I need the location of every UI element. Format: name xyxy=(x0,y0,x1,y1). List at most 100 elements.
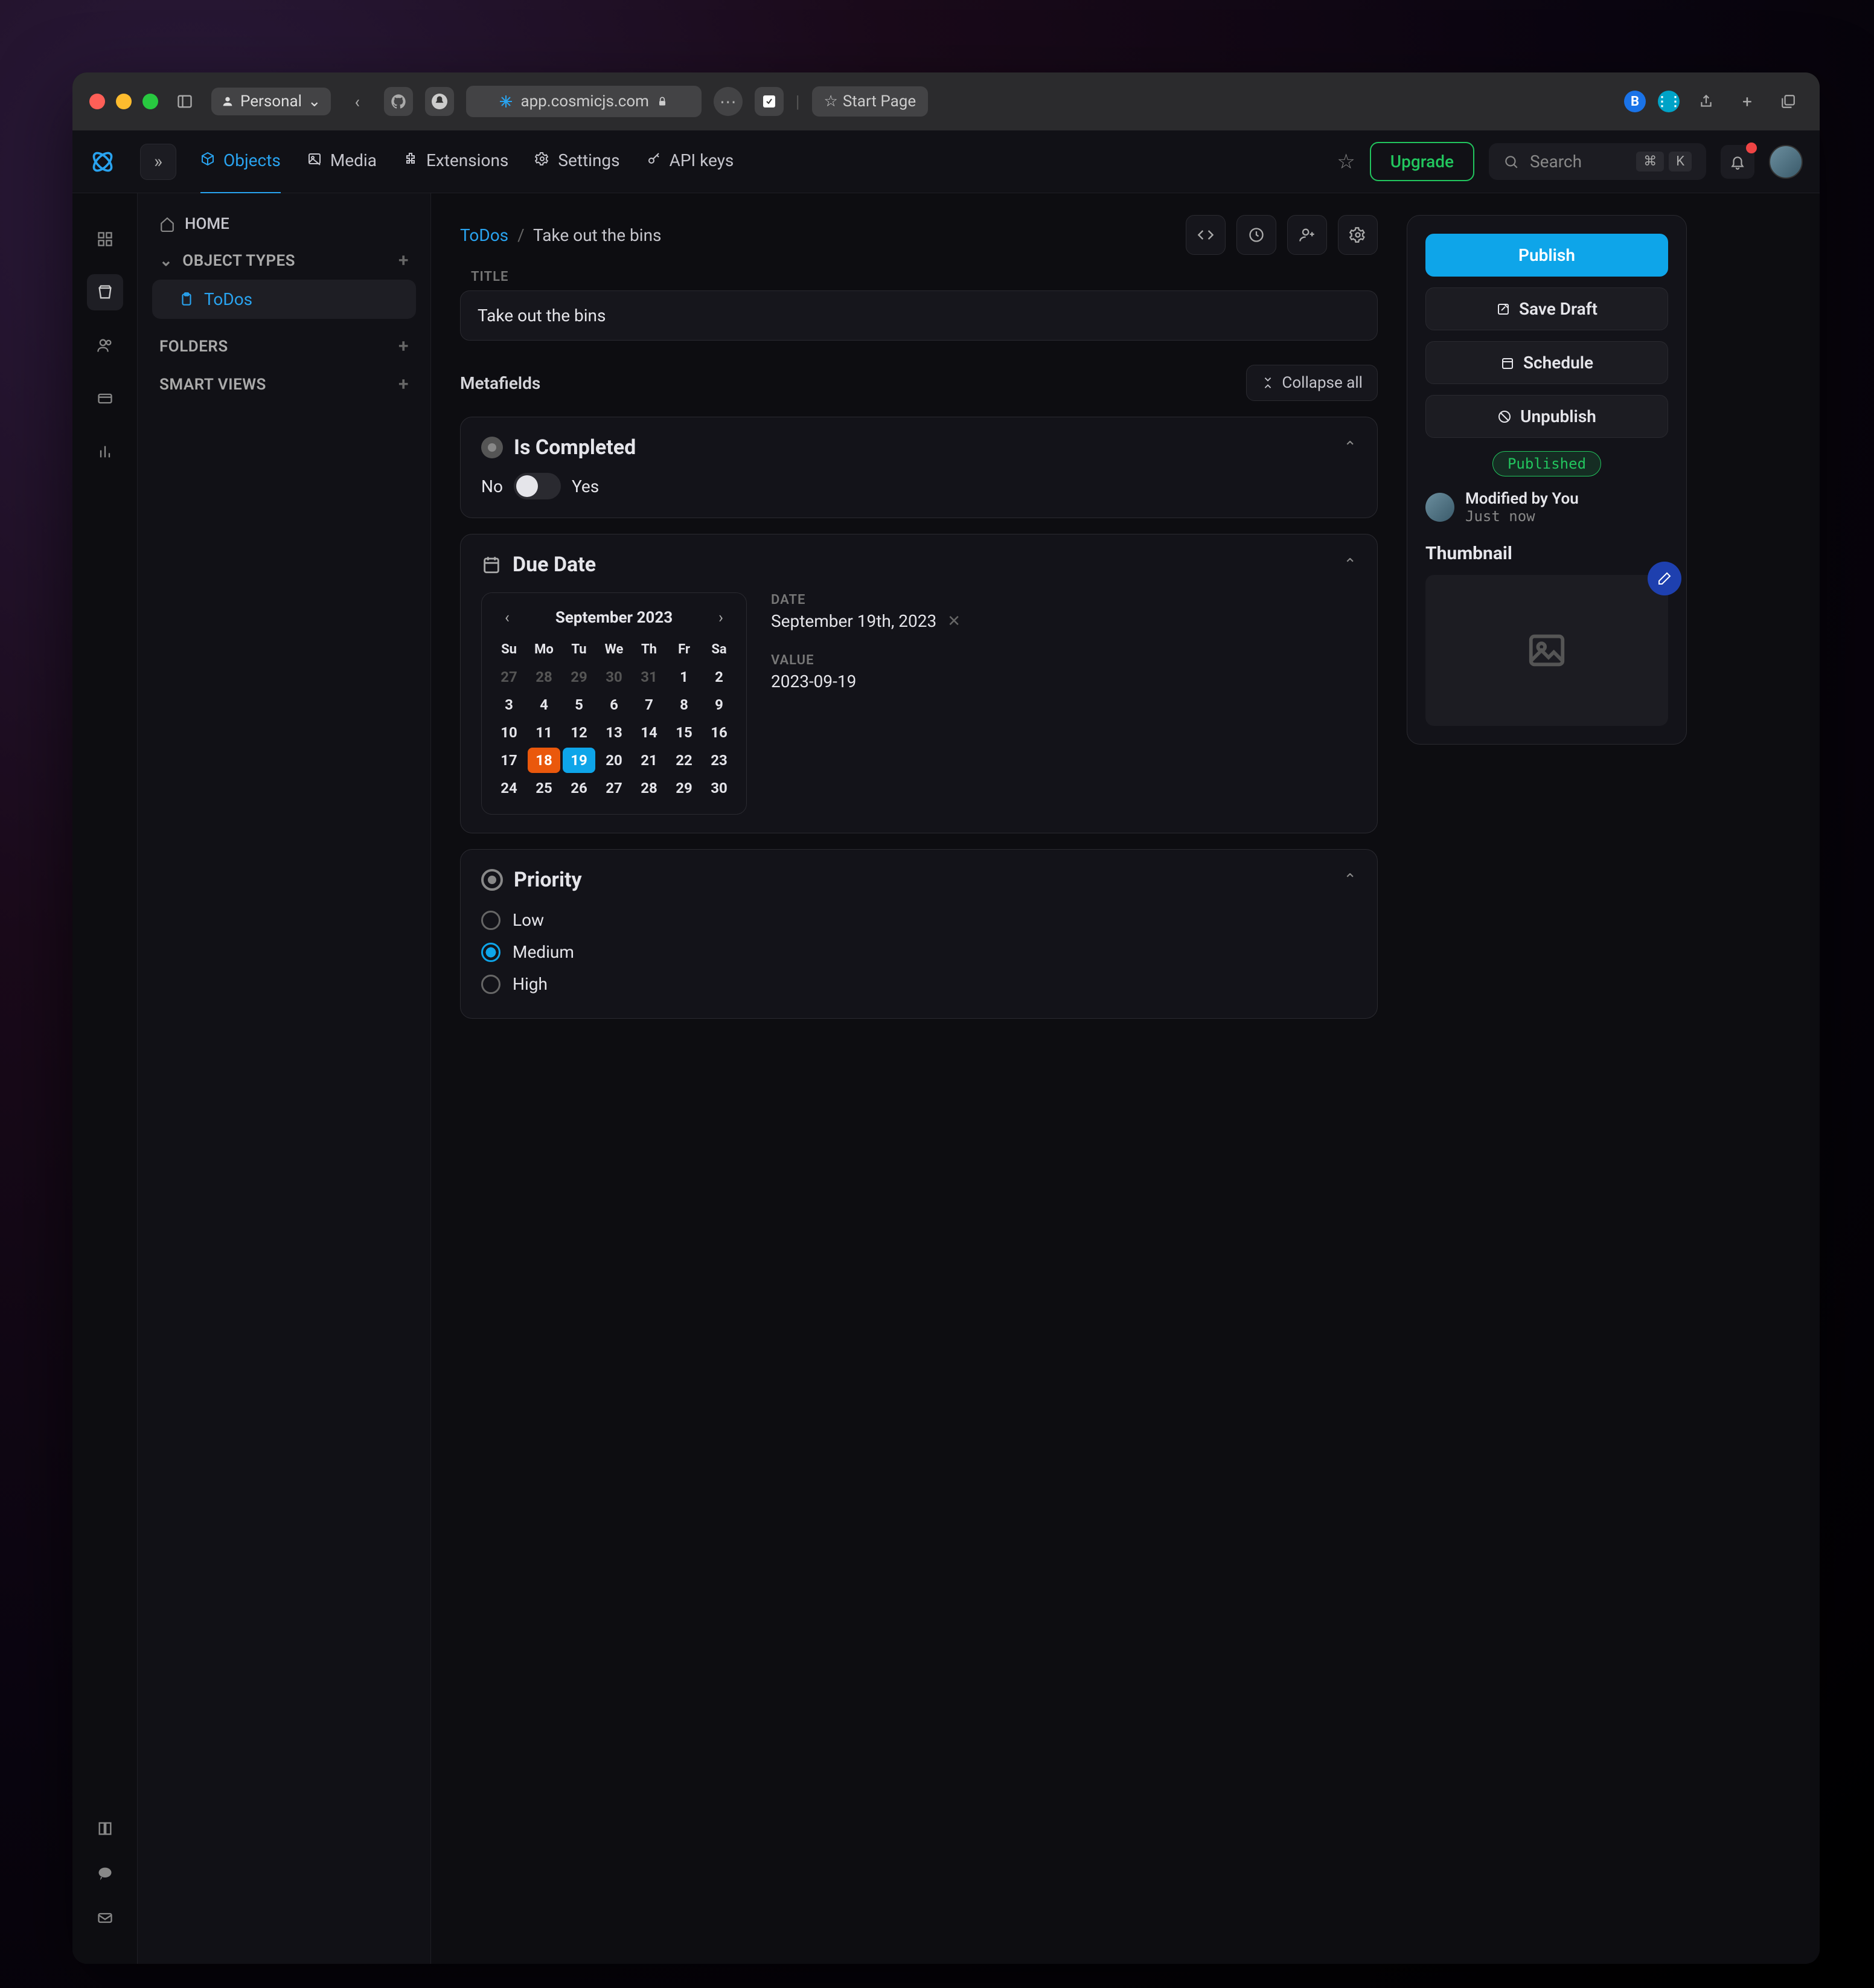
nav-tab-settings[interactable]: Settings xyxy=(535,129,619,194)
window-minimize[interactable] xyxy=(116,94,132,109)
is-completed-toggle[interactable] xyxy=(514,473,561,499)
nav-tab-extensions[interactable]: Extensions xyxy=(403,129,508,194)
title-input[interactable] xyxy=(460,290,1378,341)
calendar-day[interactable]: 16 xyxy=(703,720,735,745)
clear-date-icon[interactable]: ✕ xyxy=(947,612,961,630)
search-box[interactable]: Search ⌘ K xyxy=(1489,143,1706,180)
calendar-day[interactable]: 7 xyxy=(633,692,665,717)
calendar-day[interactable]: 24 xyxy=(493,775,525,801)
calendar-day[interactable]: 14 xyxy=(633,720,665,745)
calendar-day[interactable]: 12 xyxy=(563,720,595,745)
share-icon[interactable] xyxy=(1692,87,1721,116)
calendar-day[interactable]: 18 xyxy=(528,748,560,773)
rail-bucket-icon[interactable] xyxy=(87,274,123,310)
ext-icon-dots[interactable]: ⋮⋮ xyxy=(1658,91,1680,112)
ext-icon-b[interactable]: B xyxy=(1624,91,1646,112)
sidebar-home[interactable]: HOME xyxy=(152,207,416,242)
calendar-day[interactable]: 10 xyxy=(493,720,525,745)
add-folder-icon[interactable]: + xyxy=(398,336,409,357)
unpublish-button[interactable]: Unpublish xyxy=(1425,395,1668,438)
share-button[interactable] xyxy=(1287,215,1327,255)
chevron-up-icon[interactable]: ⌃ xyxy=(1343,438,1357,457)
edit-thumbnail-button[interactable] xyxy=(1648,562,1681,595)
window-zoom[interactable] xyxy=(142,94,158,109)
schedule-button[interactable]: Schedule xyxy=(1425,341,1668,384)
calendar-day[interactable]: 13 xyxy=(598,720,630,745)
calendar-day-prev[interactable]: 27 xyxy=(493,664,525,690)
calendar-day[interactable]: 29 xyxy=(668,775,700,801)
rail-chat-icon[interactable] xyxy=(87,1855,123,1891)
calendar-day-prev[interactable]: 28 xyxy=(528,664,560,690)
calendar-day[interactable]: 21 xyxy=(633,748,665,773)
calendar-day[interactable]: 23 xyxy=(703,748,735,773)
rail-usage-icon[interactable] xyxy=(87,434,123,470)
prev-month-button[interactable]: ‹ xyxy=(500,609,514,627)
calendar-day[interactable]: 17 xyxy=(493,748,525,773)
expand-nav-button[interactable]: » xyxy=(140,144,176,180)
calendar-day[interactable]: 27 xyxy=(598,775,630,801)
calendar-day[interactable]: 3 xyxy=(493,692,525,717)
calendar-day[interactable]: 26 xyxy=(563,775,595,801)
favorite-icon[interactable]: ☆ xyxy=(1337,150,1355,174)
sidebar-folders-header[interactable]: FOLDERS + xyxy=(152,327,416,365)
calendar-day[interactable]: 28 xyxy=(633,775,665,801)
back-button[interactable]: ‹ xyxy=(343,87,372,116)
calendar-day[interactable]: 20 xyxy=(598,748,630,773)
calendar-day[interactable]: 15 xyxy=(668,720,700,745)
thumbnail-box[interactable] xyxy=(1425,575,1668,726)
history-button[interactable] xyxy=(1236,215,1276,255)
more-icon[interactable]: ⋯ xyxy=(714,87,743,116)
bell-circle-icon[interactable] xyxy=(425,87,454,116)
calendar-day[interactable]: 30 xyxy=(703,775,735,801)
tabs-icon[interactable] xyxy=(1774,87,1803,116)
calendar-day[interactable]: 5 xyxy=(563,692,595,717)
calendar-day[interactable]: 1 xyxy=(668,664,700,690)
sidebar-object-types-header[interactable]: ⌄ OBJECT TYPES + xyxy=(152,242,416,280)
priority-option-low[interactable]: Low xyxy=(481,904,1357,936)
new-tab-icon[interactable]: + xyxy=(1733,87,1762,116)
collapse-all-button[interactable]: Collapse all xyxy=(1246,365,1378,401)
rail-team-icon[interactable] xyxy=(87,327,123,364)
start-page-btn[interactable]: ☆ Start Page xyxy=(812,86,929,117)
nav-tab-api-keys[interactable]: API keys xyxy=(647,129,734,194)
calendar-day[interactable]: 8 xyxy=(668,692,700,717)
calendar-day[interactable]: 22 xyxy=(668,748,700,773)
rail-dashboard-icon[interactable] xyxy=(87,221,123,257)
rail-mail-icon[interactable] xyxy=(87,1900,123,1936)
crumb-root[interactable]: ToDos xyxy=(460,225,508,245)
calendar-day[interactable]: 2 xyxy=(703,664,735,690)
window-close[interactable] xyxy=(89,94,105,109)
user-avatar[interactable] xyxy=(1769,145,1803,179)
chevron-up-icon[interactable]: ⌃ xyxy=(1343,871,1357,889)
priority-option-medium[interactable]: Medium xyxy=(481,936,1357,968)
brand-logo-icon[interactable] xyxy=(89,149,116,175)
upgrade-button[interactable]: Upgrade xyxy=(1370,142,1474,181)
url-bar[interactable]: app.cosmicjs.com xyxy=(466,86,702,117)
sidebar-item-todos[interactable]: ToDos xyxy=(152,280,416,319)
calendar-day[interactable]: 11 xyxy=(528,720,560,745)
rail-docs-icon[interactable] xyxy=(87,1810,123,1847)
settings-button[interactable] xyxy=(1338,215,1378,255)
calendar-day-prev[interactable]: 29 xyxy=(563,664,595,690)
calendar-day[interactable]: 25 xyxy=(528,775,560,801)
add-type-icon[interactable]: + xyxy=(398,250,409,271)
sidebar-smartviews-header[interactable]: SMART VIEWS + xyxy=(152,365,416,403)
profile-button[interactable]: Personal ⌄ xyxy=(211,88,331,115)
next-month-button[interactable]: › xyxy=(714,609,728,627)
priority-option-high[interactable]: High xyxy=(481,968,1357,1000)
calendar-day[interactable]: 6 xyxy=(598,692,630,717)
json-button[interactable] xyxy=(1186,215,1226,255)
nav-tab-media[interactable]: Media xyxy=(307,129,377,194)
rail-billing-icon[interactable] xyxy=(87,380,123,417)
publish-button[interactable]: Publish xyxy=(1425,234,1668,277)
calendar-day-prev[interactable]: 30 xyxy=(598,664,630,690)
nav-tab-objects[interactable]: Objects xyxy=(200,129,281,194)
calendar-day-prev[interactable]: 31 xyxy=(633,664,665,690)
calendar-day[interactable]: 4 xyxy=(528,692,560,717)
compose-icon[interactable] xyxy=(755,87,784,116)
github-icon[interactable] xyxy=(384,87,413,116)
calendar-day[interactable]: 9 xyxy=(703,692,735,717)
sidebar-toggle-icon[interactable] xyxy=(170,87,199,116)
add-view-icon[interactable]: + xyxy=(398,374,409,395)
calendar-day[interactable]: 19 xyxy=(563,748,595,773)
